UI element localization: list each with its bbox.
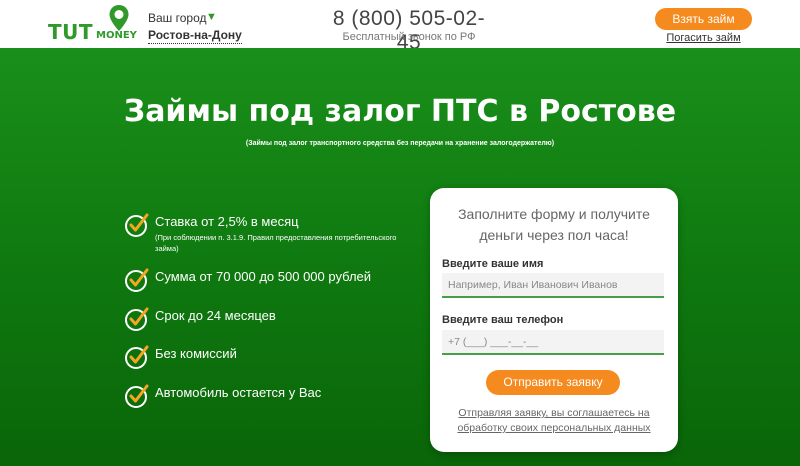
- logo[interactable]: TUT MONEY: [48, 4, 140, 46]
- check-circle-icon: [125, 345, 149, 369]
- submit-button[interactable]: Отправить заявку: [486, 370, 620, 395]
- logo-tut-text: TUT: [48, 20, 94, 44]
- feature-text: Срок до 24 месяцев: [155, 308, 276, 323]
- city-selector[interactable]: Ростов-на-Дону: [148, 28, 242, 44]
- page-subtitle: (Займы под залог транспортного средства …: [245, 140, 555, 147]
- application-form: Заполните форму и получите деньги через …: [430, 188, 678, 452]
- name-field-label: Введите ваше имя: [442, 258, 544, 270]
- check-circle-icon: [125, 384, 149, 408]
- repay-loan-link[interactable]: Погасить займ: [655, 32, 752, 44]
- location-pin-icon: [109, 5, 129, 31]
- feature-text: Ставка от 2,5% в месяц: [155, 214, 299, 229]
- feature-text: Без комиссий: [155, 346, 237, 361]
- feature-text: Автомобиль остается у Вас: [155, 385, 322, 400]
- form-title-line1: Заполните форму и получите: [458, 206, 650, 222]
- city-label: Ваш город: [148, 11, 207, 25]
- phone-input[interactable]: [442, 330, 664, 355]
- logo-money-text: MONEY: [96, 30, 137, 41]
- privacy-consent-link[interactable]: Отправляя заявку, вы соглашаетесь на обр…: [446, 406, 662, 436]
- take-loan-button[interactable]: Взять займ: [655, 8, 752, 30]
- form-title: Заполните форму и получите деньги через …: [430, 204, 678, 246]
- check-circle-icon: [125, 268, 149, 292]
- phone-note: Бесплатный звонок по РФ: [342, 31, 476, 43]
- check-circle-icon: [125, 307, 149, 331]
- chevron-down-icon[interactable]: ▼: [206, 11, 217, 23]
- site-header: TUT MONEY Ваш город ▼ Ростов-на-Дону 8 (…: [0, 0, 800, 54]
- form-title-line2: деньги через пол часа!: [479, 227, 629, 243]
- feature-text: Сумма от 70 000 до 500 000 рублей: [155, 269, 372, 284]
- feature-note: (При соблюдении п. 3.1.9. Правил предост…: [155, 233, 397, 253]
- hero-section: Займы под залог ПТС в Ростове (Займы под…: [0, 48, 800, 466]
- check-circle-icon: [125, 213, 149, 237]
- page-title: Займы под залог ПТС в Ростове: [123, 94, 677, 129]
- phone-field-label: Введите ваш телефон: [442, 314, 564, 326]
- name-input[interactable]: [442, 273, 664, 298]
